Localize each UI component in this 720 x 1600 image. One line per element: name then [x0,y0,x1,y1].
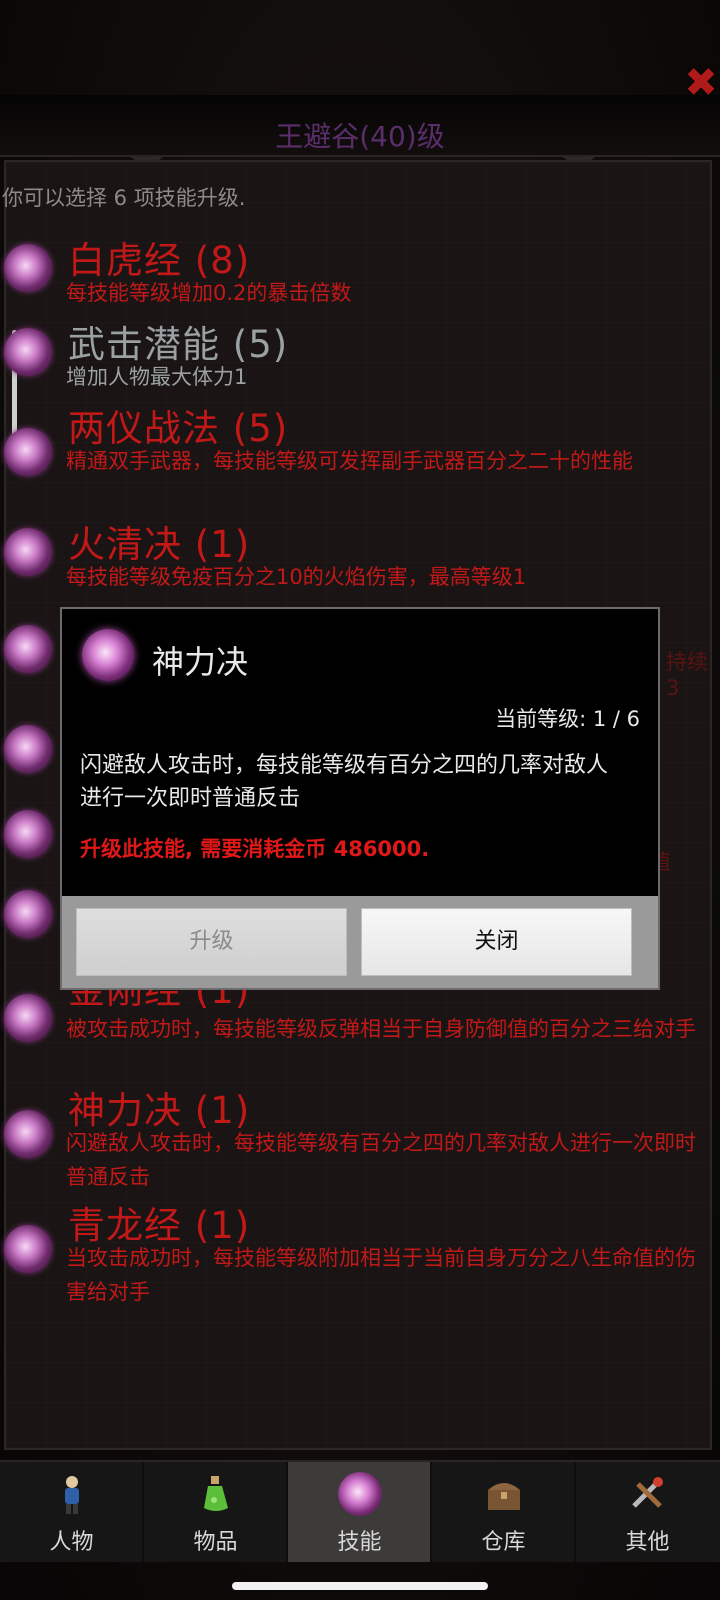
skill-desc: 每技能等级增加0.2的暴击倍数 [66,281,352,305]
page-title: 王避谷(40)级 [275,120,445,153]
tools-icon [631,1477,663,1508]
nav-label: 物品 [193,1530,238,1555]
close-button[interactable]: 关闭 [361,908,632,976]
potion-icon [203,1476,228,1511]
upgrade-cost: 升级此技能, 需要消耗金币 486000. [80,837,430,861]
skill-desc: 当攻击成功时，每技能等级附加相当于当前自身万分之八生命值的伤害给对手 [66,1246,696,1304]
skill-desc: 闪避敌人攻击时，每技能等级有百分之四的几率对敌人进行一次即时普通反击 [66,1131,696,1189]
nav-item-other[interactable]: 其他 [576,1462,719,1562]
nav-item-items[interactable]: 物品 [144,1462,287,1562]
skill-orb-icon [4,1110,52,1158]
nav-label: 其他 [625,1530,670,1555]
nav-item-character[interactable]: 人物 [0,1462,143,1562]
upgrade-button[interactable]: 升级 [76,908,347,976]
skill-orb-icon [4,244,52,292]
skill-orb-icon [82,629,134,681]
skill-orb-icon [4,1225,52,1273]
partial-text: 持续3 [666,650,708,700]
dialog-title: 神力决 [152,643,249,681]
dialog-button-bar: 升级 关闭 [62,896,658,988]
skill-desc: 每技能等级免疫百分之10的火焰伤害，最高等级1 [66,565,527,589]
skill-orb-icon [4,725,52,773]
skill-orb-icon [4,625,52,673]
nav-label: 技能 [337,1530,382,1555]
skill-upgrade-dialog: 神力决 当前等级: 1 / 6 闪避敌人攻击时，每技能等级有百分之四的几率对敌人… [60,607,660,990]
skill-desc: 精通双手武器，每技能等级可发挥副手武器百分之二十的性能 [66,449,633,473]
nav-item-storage[interactable]: 仓库 [432,1462,575,1562]
dialog-description: 闪避敌人攻击时，每技能等级有百分之四的几率对敌人进行一次即时普通反击 [80,753,609,811]
nav-label: 仓库 [481,1530,526,1555]
chest-icon [487,1483,520,1510]
header-bar: 王避谷(40)级 [0,95,720,157]
skill-orb-icon [4,994,52,1042]
close-x-icon[interactable]: ✖ [684,63,718,103]
nav-label: 人物 [49,1530,94,1555]
bottom-nav: 人物 物品 技能 仓库 其他 [0,1460,720,1562]
current-level: 当前等级: 1 / 6 [495,707,640,731]
skill-desc: 增加人物最大体力1 [66,365,248,389]
skill-orb-icon [4,810,52,858]
skill-desc: 被攻击成功时，每技能等级反弹相当于自身防御值的百分之三给对手 [66,1017,696,1041]
skill-orb-icon [4,890,52,938]
skill-orb-icon [4,428,52,476]
nav-item-skills[interactable]: 技能 [288,1462,431,1562]
skill-orb-icon [4,328,52,376]
character-icon [64,1476,79,1514]
skill-orb-icon [4,528,52,576]
skill-orb-icon [337,1472,382,1516]
home-indicator[interactable] [232,1582,488,1590]
upgrade-hint: 你可以选择 6 项技能升级. [2,186,246,210]
